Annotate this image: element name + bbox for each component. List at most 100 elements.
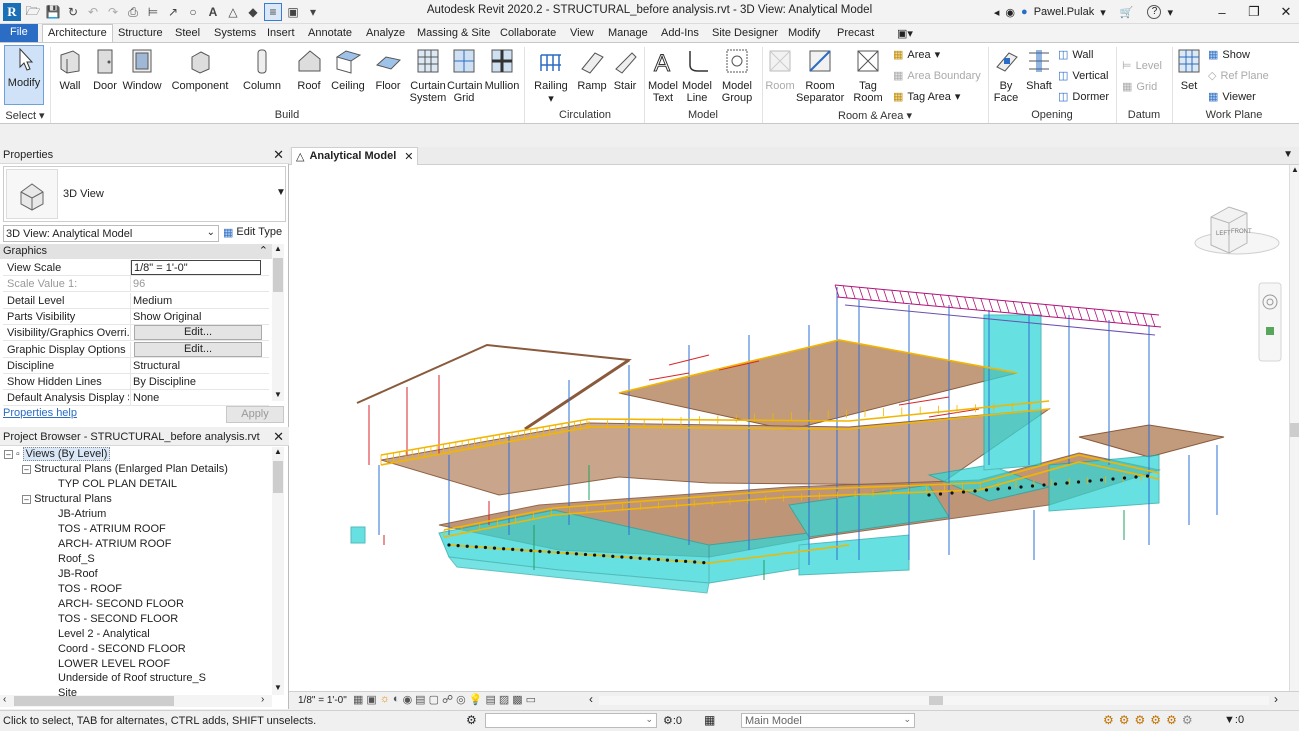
selection-filter[interactable]: ▼:0 xyxy=(1224,714,1244,726)
scroll-right-icon[interactable]: › xyxy=(261,694,264,705)
wall-button[interactable]: Wall xyxy=(54,47,86,92)
tree-item[interactable]: ARCH- ATRIUM ROOF xyxy=(58,538,171,550)
column-button[interactable]: Column xyxy=(242,47,282,92)
restore-button[interactable]: ❐ xyxy=(1241,4,1267,20)
browser-scrollbar[interactable]: ▲ ▼ xyxy=(272,447,284,695)
tab-menu-icon[interactable]: ▼ xyxy=(1283,149,1293,160)
tree-item[interactable]: Site xyxy=(58,687,77,699)
property-value[interactable]: 96 xyxy=(133,278,145,290)
tree-item[interactable]: Roof_S xyxy=(58,553,95,565)
component-button[interactable]: Component xyxy=(170,47,230,92)
detail-level-icon[interactable]: ▦ xyxy=(353,693,363,706)
property-edit-button[interactable]: Edit... xyxy=(134,325,262,341)
property-value[interactable]: Structural xyxy=(133,360,180,372)
tab-precast[interactable]: Precast xyxy=(837,25,874,42)
tab-insert[interactable]: Insert xyxy=(267,25,295,42)
model-text-button[interactable]: A Model Text xyxy=(646,47,680,105)
tree-item[interactable]: TYP COL PLAN DETAIL xyxy=(58,478,177,490)
property-row[interactable]: Default Analysis Display S... None xyxy=(3,390,269,407)
select-pinned-icon[interactable]: ⚙ xyxy=(1135,713,1146,727)
set-button[interactable]: Set xyxy=(1174,47,1204,92)
viewer-button[interactable]: ▦ Viewer xyxy=(1208,90,1256,104)
stair-button[interactable]: Stair xyxy=(610,47,640,92)
minimize-button[interactable]: – xyxy=(1209,5,1235,20)
floor-button[interactable]: Floor xyxy=(372,47,404,92)
view-scale[interactable]: 1/8" = 1'-0" xyxy=(298,695,347,706)
tab-architecture[interactable]: Architecture xyxy=(42,24,113,43)
navigation-bar[interactable] xyxy=(1258,282,1282,362)
tree-item[interactable]: TOS - ROOF xyxy=(58,583,122,595)
tab-steel[interactable]: Steel xyxy=(175,25,200,42)
design-option-dropdown[interactable]: Main Model ⌄ xyxy=(741,713,915,728)
roof-button[interactable]: Roof xyxy=(294,47,324,92)
tag-room-button[interactable]: Tag Room xyxy=(852,47,884,104)
type-selector[interactable]: 3D View ▼ xyxy=(3,166,286,222)
tree-group-enlarged[interactable]: – Structural Plans (Enlarged Plan Detail… xyxy=(22,463,228,475)
vertical-opening-button[interactable]: ◫ Vertical xyxy=(1058,69,1108,83)
tree-item[interactable]: TOS - SECOND FLOOR xyxy=(58,613,178,625)
graphics-group-header[interactable]: Graphics ⌃ xyxy=(0,244,272,259)
close-button[interactable]: ✕ xyxy=(1273,4,1299,20)
close-icon[interactable]: ✕ xyxy=(273,147,284,163)
select-links-icon[interactable]: ⚙ xyxy=(1103,713,1114,727)
view-tab-analytical[interactable]: △ Analytical Model ✕ xyxy=(291,147,419,165)
room-area-panel-label[interactable]: Room & Area ▾ xyxy=(764,109,986,122)
grid-button[interactable]: ▦ Grid xyxy=(1122,80,1157,94)
unlocked-view-icon[interactable]: ☍ xyxy=(442,693,453,706)
scroll-left-icon[interactable]: ‹ xyxy=(589,692,593,706)
scrollbar-thumb[interactable] xyxy=(273,461,283,493)
close-icon[interactable]: ✕ xyxy=(404,150,413,163)
curtain-system-button[interactable]: Curtain System xyxy=(408,47,448,104)
edit-type-button[interactable]: ▦ Edit Type xyxy=(223,226,282,239)
tab-analyze[interactable]: Analyze xyxy=(366,25,405,42)
browser-hscrollbar[interactable]: ‹ › xyxy=(0,694,272,707)
tag-area-button[interactable]: ▦ Tag Area ▾ xyxy=(893,90,960,104)
collapse-icon[interactable]: – xyxy=(4,450,13,459)
shaft-button[interactable]: Shaft xyxy=(1024,47,1054,92)
room-separator-button[interactable]: Room Separator xyxy=(796,47,844,104)
tree-item[interactable]: TOS - ATRIUM ROOF xyxy=(58,523,166,535)
workset-dropdown[interactable]: ⌄ xyxy=(485,713,657,728)
tree-item[interactable]: JB-Atrium xyxy=(58,508,106,520)
reveal-hidden-icon[interactable]: 💡 xyxy=(469,693,483,706)
tab-site-designer[interactable]: Site Designer xyxy=(712,25,778,42)
properties-help-link[interactable]: Properties help xyxy=(3,407,77,419)
collapse-icon[interactable]: – xyxy=(22,495,31,504)
show-crop-icon[interactable]: ▢ xyxy=(429,693,439,706)
analytical-model-icon[interactable]: ▨ xyxy=(499,693,509,706)
scroll-up-icon[interactable]: ▲ xyxy=(1291,165,1299,174)
ceiling-button[interactable]: Ceiling xyxy=(330,47,366,92)
crop-view-icon[interactable]: ▤ xyxy=(415,693,425,706)
scroll-down-icon[interactable]: ▼ xyxy=(274,683,282,692)
level-button[interactable]: ⊨ Level xyxy=(1122,59,1162,73)
drag-elements-icon[interactable]: ⚙ xyxy=(1166,713,1177,727)
scroll-up-icon[interactable]: ▲ xyxy=(274,447,282,456)
property-value[interactable]: None xyxy=(133,392,159,404)
username[interactable]: Pawel.Pulak xyxy=(1034,6,1095,18)
shadows-icon[interactable]: ◐ xyxy=(393,693,400,706)
sun-path-icon[interactable]: ☼ xyxy=(380,693,390,706)
tree-group-structural-plans[interactable]: – Structural Plans xyxy=(22,493,112,505)
property-row[interactable]: Visibility/Graphics Overri... Edit... xyxy=(3,325,269,342)
properties-scrollbar[interactable]: ▲ ▼ xyxy=(272,244,284,401)
scroll-up-icon[interactable]: ▲ xyxy=(274,244,282,253)
worksharing-icon[interactable]: ▤ xyxy=(485,693,495,706)
search-icon[interactable]: ◂ xyxy=(994,6,1000,19)
scroll-down-icon[interactable]: ▼ xyxy=(274,390,282,399)
chevron-down-icon[interactable]: ▾ xyxy=(1167,6,1173,19)
canvas-horizontal-scrollbar[interactable] xyxy=(599,696,1269,705)
tab-file[interactable]: File xyxy=(0,24,38,42)
area-boundary-button[interactable]: ▦ Area Boundary xyxy=(893,69,981,83)
tab-modify[interactable]: Modify xyxy=(788,25,820,42)
chevron-down-icon[interactable]: ▼ xyxy=(276,187,286,198)
property-row[interactable]: View Scale 1/8" = 1'-0" xyxy=(3,260,269,276)
property-row[interactable]: Detail Level Medium xyxy=(3,292,269,309)
by-face-button[interactable]: By Face xyxy=(990,47,1022,104)
property-row[interactable]: Show Hidden Lines By Discipline xyxy=(3,374,269,391)
worksets-icon[interactable]: ⚙ xyxy=(466,713,477,727)
property-row[interactable]: Parts Visibility Show Original xyxy=(3,308,269,325)
area-button[interactable]: ▦ Area ▾ xyxy=(893,48,940,62)
tab-massing-site[interactable]: Massing & Site xyxy=(417,25,490,42)
mullion-button[interactable]: Mullion xyxy=(484,47,520,92)
select-underlay-icon[interactable]: ⚙ xyxy=(1119,713,1130,727)
